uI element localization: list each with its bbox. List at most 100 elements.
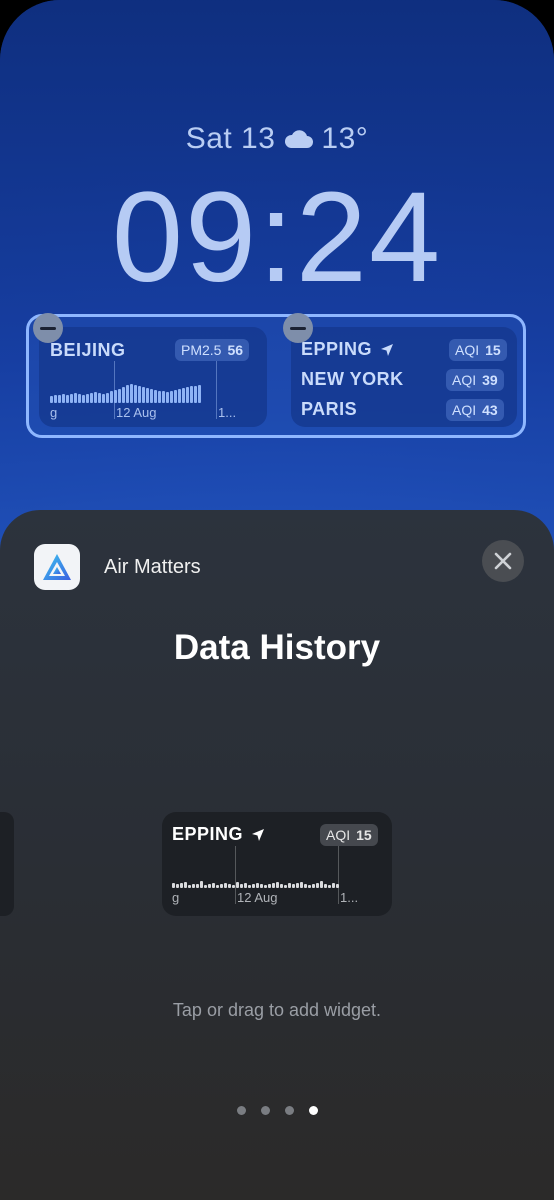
- chart-bar: [114, 390, 117, 403]
- metric-value: 15: [356, 827, 372, 843]
- chart-bar: [192, 884, 195, 888]
- minus-icon: [290, 326, 306, 330]
- remove-widget-button[interactable]: [283, 313, 313, 343]
- chart-bar: [176, 884, 179, 888]
- metric-value: 39: [482, 372, 498, 388]
- widget-area[interactable]: BEIJING PM2.5 56 g 12 Aug 1... EPPING AQ…: [26, 313, 526, 438]
- chart-bar: [50, 396, 53, 403]
- chart-bar: [212, 883, 215, 888]
- app-icon: [34, 544, 80, 590]
- minus-icon: [40, 326, 56, 330]
- chart-bar: [300, 882, 303, 888]
- chart-bar: [296, 883, 299, 888]
- chart-bar: [200, 881, 203, 888]
- location-metric-badge: AQI 43: [446, 399, 504, 421]
- app-name: Air Matters: [104, 556, 201, 578]
- preview-city-row: EPPING: [172, 824, 265, 845]
- chart-bar: [78, 394, 81, 403]
- widget-type-title: Data History: [173, 628, 381, 667]
- location-metric-badge: AQI 39: [446, 369, 504, 391]
- chart-bar: [162, 391, 165, 403]
- chart-bar: [252, 884, 255, 888]
- chart-bar: [272, 883, 275, 888]
- date-text: Sat 13: [185, 122, 276, 155]
- chart-bar: [58, 395, 61, 403]
- chart-bar: [268, 884, 271, 888]
- chart-bar: [244, 883, 247, 888]
- preview-metric-badge: AQI 15: [320, 824, 378, 846]
- chart-bar: [158, 391, 161, 403]
- chart-bar: [336, 884, 339, 888]
- close-button[interactable]: [482, 540, 524, 582]
- chart-bar: [194, 386, 197, 403]
- chart-bar: [248, 885, 251, 888]
- chart-bar: [260, 884, 263, 888]
- chart-bar: [172, 883, 175, 888]
- chart-bar: [74, 393, 77, 403]
- chart-divider: [216, 361, 217, 419]
- widget-metric-badge: PM2.5 56: [175, 339, 250, 361]
- chart-bar: [54, 395, 57, 403]
- metric-label: AQI: [326, 827, 351, 843]
- chart-bar: [324, 884, 327, 888]
- chart-bar: [240, 884, 243, 888]
- chart-bar: [224, 883, 227, 888]
- date-weather-line[interactable]: Sat 13 13°: [0, 122, 554, 156]
- widget-locations[interactable]: EPPING AQI 15 NEW YORK AQI 39 PARIS AQI 43: [291, 327, 517, 427]
- widget-beijing[interactable]: BEIJING PM2.5 56 g 12 Aug 1...: [39, 327, 267, 427]
- chart-bar: [276, 882, 279, 888]
- axis-label: 12 Aug: [116, 405, 157, 420]
- chart-bar: [178, 389, 181, 403]
- chart-bar: [70, 394, 73, 403]
- axis-label: 1...: [218, 405, 237, 420]
- metric-label: AQI: [452, 372, 477, 388]
- chart-bar: [130, 384, 133, 403]
- location-row-epping: EPPING: [301, 339, 394, 360]
- chart-bar: [82, 395, 85, 403]
- chart-bar: [256, 883, 259, 888]
- chart-bar: [220, 884, 223, 888]
- chart-bar: [138, 386, 141, 403]
- chart-bar: [118, 389, 121, 403]
- air-matters-logo-icon: [43, 554, 71, 580]
- chart-bar: [180, 883, 183, 888]
- page-dot[interactable]: [308, 1106, 318, 1115]
- chart-bar: [110, 391, 113, 403]
- chart-bar: [328, 885, 331, 888]
- chart-bar: [312, 884, 315, 888]
- chart-bar: [332, 883, 335, 888]
- chart-bar: [236, 882, 239, 888]
- chart-bar: [174, 390, 177, 403]
- chart-bar: [264, 885, 267, 888]
- page-dot[interactable]: [284, 1106, 294, 1115]
- remove-widget-button[interactable]: [33, 313, 63, 343]
- chart-bar: [166, 392, 169, 403]
- page-indicator[interactable]: [0, 1106, 554, 1115]
- page-dot[interactable]: [236, 1106, 246, 1115]
- location-city: PARIS: [301, 399, 358, 419]
- chart-bar: [288, 883, 291, 888]
- clock-time[interactable]: 09:24: [0, 168, 554, 308]
- page-dot[interactable]: [260, 1106, 270, 1115]
- chart-bar: [94, 392, 97, 403]
- chart-bar: [304, 884, 307, 888]
- previous-widget-preview[interactable]: [0, 812, 14, 916]
- chart-bar: [186, 387, 189, 403]
- chart-bar: [196, 884, 199, 888]
- chart-bar: [190, 386, 193, 403]
- chart-bar: [308, 885, 311, 888]
- preview-city: EPPING: [172, 824, 244, 844]
- axis-label: 1...: [340, 890, 359, 905]
- widget-preview-epping[interactable]: EPPING AQI 15 g 12 Aug 1...: [162, 812, 392, 916]
- axis-label: g: [50, 405, 58, 420]
- chart-bar: [208, 884, 211, 888]
- chart-bar: [106, 393, 109, 403]
- temperature-text: 13°: [321, 122, 369, 155]
- chart-bar: [102, 394, 105, 403]
- chart-bar: [292, 884, 295, 888]
- chart-bar: [182, 388, 185, 403]
- chart-bars: [172, 876, 339, 888]
- location-city: NEW YORK: [301, 369, 404, 389]
- phone-screen: Sat 13 13° 09:24 BEIJING PM2.5 56 g 12 Au…: [0, 0, 554, 1200]
- chart-bar: [280, 884, 283, 888]
